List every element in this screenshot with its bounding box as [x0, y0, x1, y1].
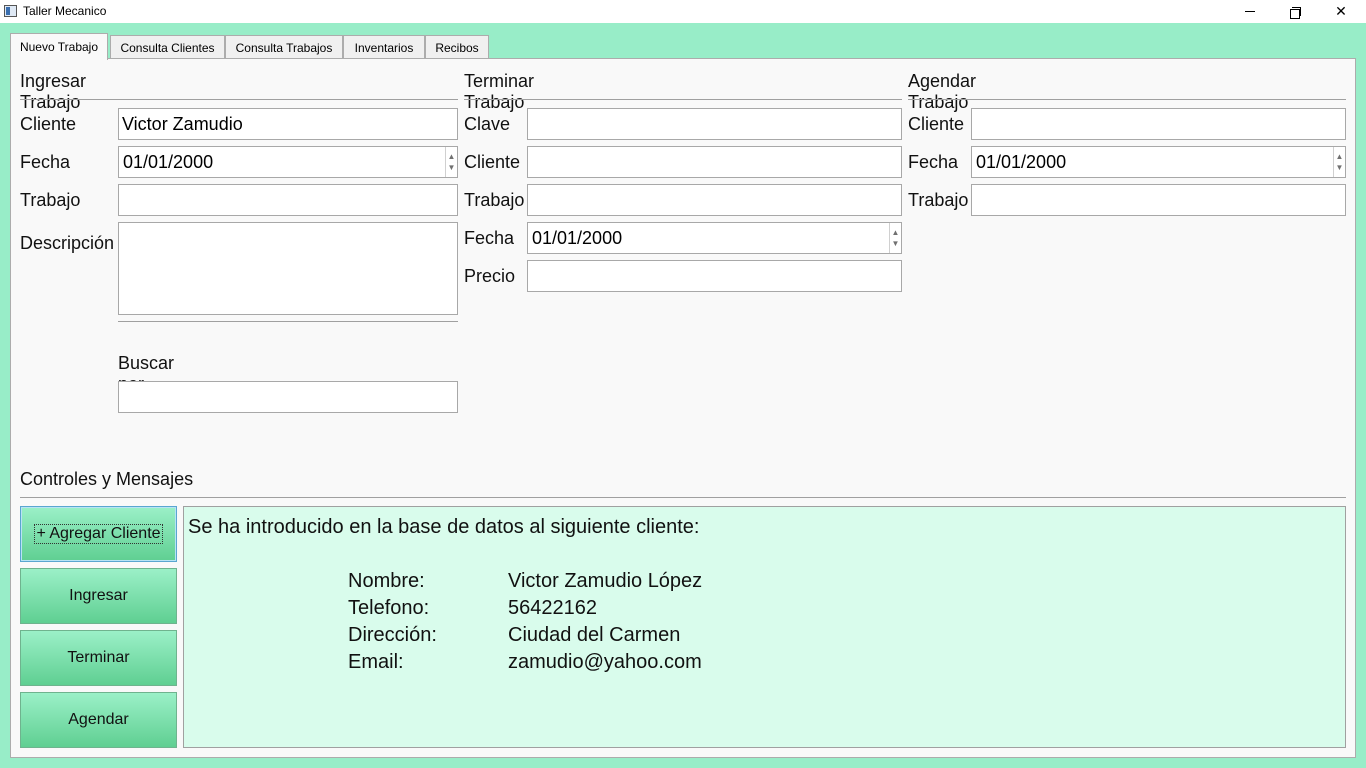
ingresar-trabajo-title: Ingresar Trabajo: [20, 71, 87, 112]
window-title: Taller Mecanico: [23, 4, 107, 18]
precio-label: Precio: [464, 266, 516, 286]
ingresar-descripcion-textarea[interactable]: [118, 222, 458, 315]
ingresar-button[interactable]: Ingresar: [20, 568, 177, 624]
clave-label: Clave: [464, 114, 511, 134]
cliente-label: Cliente: [464, 152, 521, 172]
direccion-label: Dirección:: [348, 624, 437, 646]
cliente-label: Cliente: [20, 114, 77, 134]
divider: [908, 99, 1346, 100]
tab-consulta-trabajos[interactable]: Consulta Trabajos: [225, 35, 343, 59]
terminar-trabajo-input[interactable]: [527, 184, 902, 216]
cliente-label: Cliente: [908, 114, 965, 134]
fecha-label: Fecha: [464, 228, 515, 248]
title-bar: Taller Mecanico ✕: [0, 0, 1366, 23]
minimize-icon: [1245, 11, 1255, 12]
message-area: Se ha introducido en la base de datos al…: [183, 506, 1346, 748]
agregar-cliente-button[interactable]: + Agregar Cliente: [20, 506, 177, 562]
divider: [20, 99, 458, 100]
terminar-clave-input[interactable]: [527, 108, 902, 140]
terminar-cliente-input[interactable]: [527, 146, 902, 178]
close-icon: ✕: [1335, 3, 1347, 19]
fecha-value: 01/01/2000: [532, 227, 623, 248]
close-button[interactable]: ✕: [1318, 0, 1364, 23]
divider: [464, 99, 902, 100]
telefono-value: 56422162: [508, 597, 597, 619]
descripcion-label: Descripción: [20, 233, 115, 253]
terminar-button[interactable]: Terminar: [20, 630, 177, 686]
agendar-trabajo-title: Agendar Trabajo: [908, 71, 977, 112]
restore-icon: [1290, 6, 1301, 19]
ingresar-fecha-picker[interactable]: 01/01/2000 ▲ ▼: [118, 146, 458, 178]
email-value: zamudio@yahoo.com: [508, 651, 702, 673]
email-label: Email:: [348, 651, 404, 673]
ingresar-trabajo-input[interactable]: [118, 184, 458, 216]
fecha-value: 01/01/2000: [976, 151, 1067, 172]
agregar-cliente-label: + Agregar Cliente: [34, 524, 163, 544]
trabajo-label: Trabajo: [20, 190, 81, 210]
date-spinner-icon[interactable]: ▲ ▼: [1333, 147, 1345, 177]
fecha-value: 01/01/2000: [123, 151, 214, 172]
trabajo-label: Trabajo: [908, 190, 969, 210]
fecha-label: Fecha: [908, 152, 959, 172]
tab-inventarios[interactable]: Inventarios: [343, 35, 425, 59]
terminar-trabajo-title: Terminar Trabajo: [464, 71, 535, 112]
agendar-trabajo-input[interactable]: [971, 184, 1346, 216]
app-icon: [4, 5, 17, 17]
maximize-button[interactable]: [1272, 0, 1318, 23]
nombre-label: Nombre:: [348, 570, 425, 592]
terminar-fecha-picker[interactable]: 01/01/2000 ▲ ▼: [527, 222, 902, 254]
fecha-label: Fecha: [20, 152, 71, 172]
divider: [118, 321, 458, 322]
nombre-value: Victor Zamudio López: [508, 570, 703, 592]
agendar-cliente-input[interactable]: [971, 108, 1346, 140]
tab-nuevo-trabajo[interactable]: Nuevo Trabajo: [10, 33, 108, 60]
buscar-clave-input[interactable]: [118, 381, 458, 413]
trabajo-label: Trabajo: [464, 190, 525, 210]
direccion-value: Ciudad del Carmen: [508, 624, 681, 646]
tab-consulta-clientes[interactable]: Consulta Clientes: [110, 35, 225, 59]
message-intro: Se ha introducido en la base de datos al…: [188, 516, 700, 538]
date-spinner-icon[interactable]: ▲ ▼: [445, 147, 457, 177]
terminar-precio-input[interactable]: [527, 260, 902, 292]
date-spinner-icon[interactable]: ▲ ▼: [889, 223, 901, 253]
controles-mensajes-title: Controles y Mensajes: [20, 469, 194, 489]
minimize-button[interactable]: [1227, 0, 1273, 23]
ingresar-cliente-input[interactable]: [118, 108, 458, 140]
tab-recibos[interactable]: Recibos: [425, 35, 489, 59]
telefono-label: Telefono:: [348, 597, 430, 619]
divider: [20, 497, 1346, 498]
agendar-fecha-picker[interactable]: 01/01/2000 ▲ ▼: [971, 146, 1346, 178]
agendar-button[interactable]: Agendar: [20, 692, 177, 748]
